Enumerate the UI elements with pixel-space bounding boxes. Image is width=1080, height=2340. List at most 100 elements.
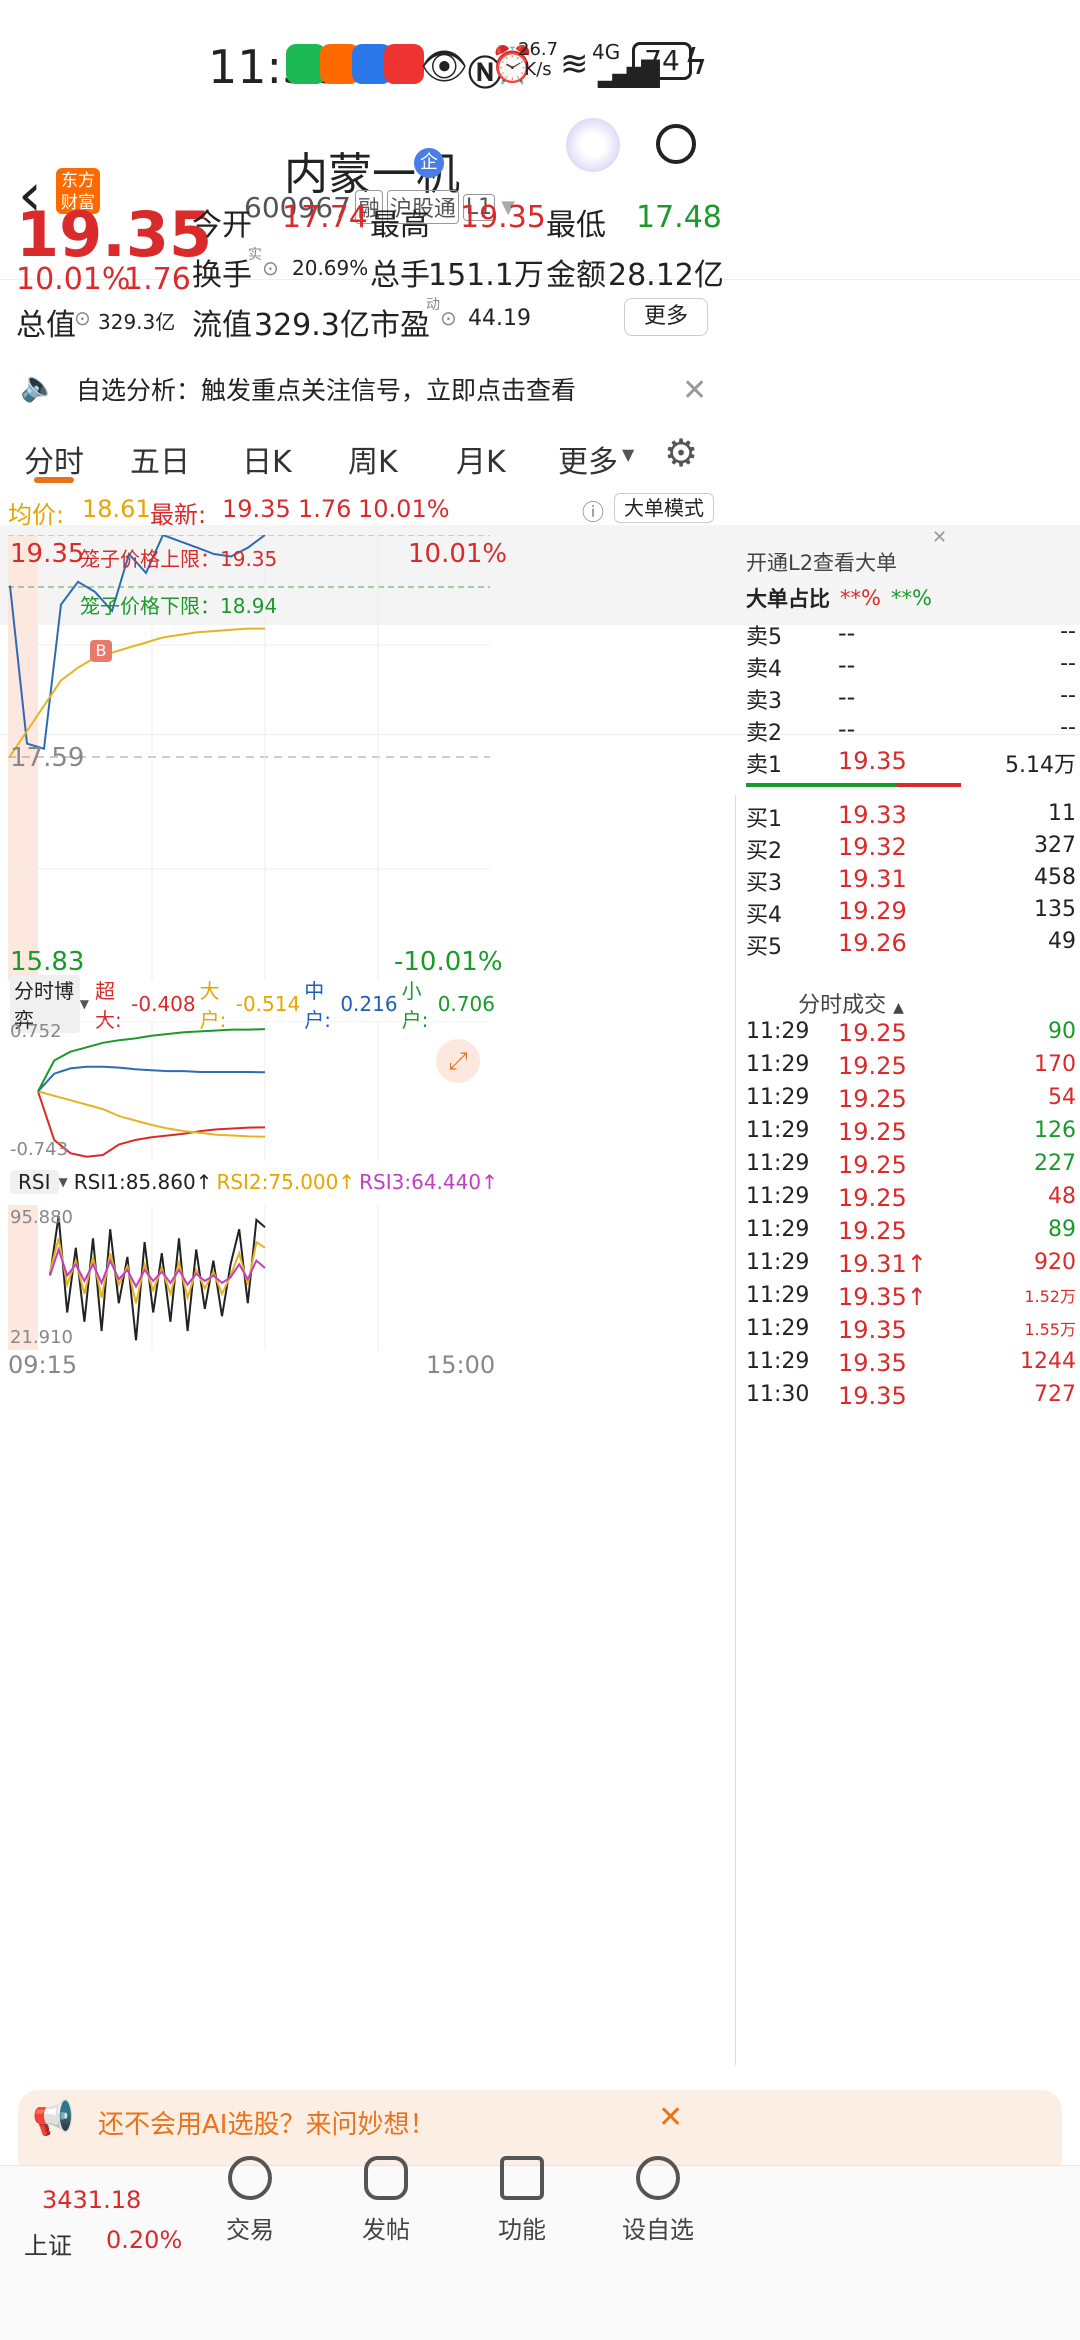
open-value: 17.74 — [282, 200, 368, 235]
pe-label: 市盈 — [370, 308, 430, 343]
trade-volume: 727 — [1034, 1382, 1076, 1407]
more-dots-icon — [636, 2156, 680, 2200]
rsi2-value: RSI2:75.000↑ — [216, 1170, 356, 1194]
tab-more[interactable]: 更多 — [558, 437, 618, 481]
trade-volume: 227 — [1034, 1151, 1076, 1176]
y-axis-mid: 17.59 — [10, 743, 85, 773]
nav-post[interactable]: 发帖 — [316, 2156, 456, 2245]
close-icon[interactable]: ✕ — [682, 373, 707, 408]
ratio-label: 大单占比 — [746, 587, 830, 611]
chart-area: 19.35 笼子价格上限：19.35 笼子价格下限：18.94 10.01% 1… — [0, 535, 735, 2065]
search-icon[interactable] — [656, 124, 696, 164]
trade-volume: 1.55万 — [1024, 1320, 1076, 1339]
chevron-down-icon: ▼ — [79, 997, 90, 1011]
pct-value: 10.01% — [358, 495, 450, 523]
tab-five-day[interactable]: 五日 — [130, 437, 190, 481]
expand-icon[interactable]: ⤢ — [436, 1039, 480, 1083]
tab-weekly-k[interactable]: 周K — [348, 437, 398, 481]
turnover-value: 20.69% — [292, 256, 369, 280]
bid-volume: 458 — [1034, 865, 1076, 890]
float-value: 329.3亿 — [254, 308, 370, 343]
close-icon[interactable]: ✕ — [932, 527, 947, 548]
flow-value-4: 0.706 — [437, 992, 495, 1016]
bid-label: 买4 — [746, 903, 782, 928]
upper-limit-label: 笼子价格上限：19.35 — [80, 547, 278, 571]
grid-icon — [500, 2156, 544, 2200]
banner-text[interactable]: 还不会用AI选股？来问妙想！ — [98, 2104, 435, 2141]
close-icon[interactable]: ✕ — [658, 2100, 683, 2135]
trade-time: 11:29 — [746, 1283, 810, 1308]
ask-price: 19.35 — [838, 747, 907, 775]
bid-label: 买1 — [746, 807, 782, 832]
total-value: 329.3亿 — [98, 310, 176, 334]
pe-sup: 动 — [426, 297, 440, 313]
l2-banner[interactable]: 开通L2查看大单 ✕ — [736, 527, 966, 587]
trade-time: 11:29 — [746, 1052, 810, 1077]
help-icon[interactable]: ⓘ — [582, 495, 604, 527]
trades-header[interactable]: 分时成交 ▲ — [736, 987, 966, 1019]
last-label: 最新: — [150, 501, 207, 529]
y-axis-top: 19.35 — [10, 539, 85, 569]
ratio-red: **% — [840, 586, 881, 610]
trade-price: 19.35↑ — [838, 1283, 927, 1311]
more-button[interactable]: 更多 — [624, 298, 708, 336]
bid-price: 19.33 — [838, 801, 907, 829]
trade-price: 19.35 — [838, 1349, 907, 1377]
trade-time: 11:29 — [746, 1118, 810, 1143]
trade-price: 19.25 — [838, 1217, 907, 1245]
trade-price: 19.35 — [838, 1382, 907, 1410]
avg-value: 18.61 — [82, 495, 151, 523]
chevron-down-icon: ▼ — [622, 445, 635, 464]
ask-row[interactable]: 卖1 19.35 5.14万 — [746, 747, 1076, 795]
buy-marker[interactable]: B — [90, 640, 112, 662]
trade-price: 19.25 — [838, 1151, 907, 1179]
bid-label: 买5 — [746, 935, 782, 960]
price-change: 1.76 — [124, 262, 191, 297]
chevron-down-icon: ▼ — [58, 1175, 68, 1189]
tab-daily-k[interactable]: 日K — [242, 437, 292, 481]
ask-volume: -- — [1060, 683, 1076, 708]
change-value: 1.76 — [298, 495, 352, 523]
rsi3-value: RSI3:64.440↑ — [359, 1170, 498, 1194]
ask-volume: -- — [1060, 619, 1076, 644]
nav-functions[interactable]: 功能 — [452, 2156, 592, 2245]
float-value-label: 流值 — [192, 308, 252, 343]
notice-text[interactable]: 自选分析：触发重点关注信号，立即点击查看 — [76, 371, 576, 407]
enterprise-badge: 企 — [414, 148, 444, 178]
tab-intraday[interactable]: 分时 — [24, 437, 84, 481]
flow-y-bottom: -0.743 — [10, 1139, 69, 1160]
info-icon[interactable]: ⊙ — [262, 256, 279, 280]
info-icon-2[interactable]: ⊙ — [74, 306, 91, 330]
trade-time: 11:29 — [746, 1217, 810, 1242]
gear-icon[interactable]: ⚙ — [664, 431, 698, 475]
battery-level: 74 — [632, 42, 692, 80]
flow-y-top: 0.752 — [10, 1021, 62, 1042]
rsi-y-top: 95.880 — [10, 1207, 73, 1228]
rsi-chart[interactable] — [0, 1205, 495, 1350]
big-order-mode-button[interactable]: 大单模式 — [614, 493, 714, 523]
trade-price: 19.25 — [838, 1019, 907, 1047]
rsi-selector[interactable]: RSI — [10, 1170, 59, 1194]
logo-text-1: 东方 — [61, 171, 95, 191]
nav-trade-label: 交易 — [226, 2216, 274, 2244]
flow-chart[interactable] — [0, 1021, 495, 1161]
l2-link[interactable]: 开通L2查看大单 — [746, 547, 897, 577]
ai-assistant-avatar[interactable] — [566, 118, 620, 172]
bid-price: 19.26 — [838, 929, 907, 957]
index-pct: 0.20% — [106, 2226, 183, 2254]
open-label: 今开 — [192, 208, 252, 243]
bid-row[interactable]: 买5 19.26 49 — [746, 929, 1076, 977]
flow-value-2: -0.514 — [235, 992, 301, 1016]
turnover-sup: 实 — [248, 247, 262, 263]
ask-label: 卖4 — [746, 657, 782, 682]
trade-volume: 89 — [1048, 1217, 1076, 1242]
tab-monthly-k[interactable]: 月K — [456, 437, 506, 481]
nav-add-watchlist[interactable]: 设自选 — [588, 2156, 728, 2245]
app-notification-icon-3 — [384, 44, 424, 84]
trade-volume: 170 — [1034, 1052, 1076, 1077]
rsi-header: RSI ▼ RSI1:85.860↑ RSI2:75.000↑ RSI3:64.… — [10, 1165, 498, 1199]
nav-trade[interactable]: 交易 — [180, 2156, 320, 2245]
info-icon-3[interactable]: ⊙ — [440, 306, 457, 330]
trade-volume: 54 — [1048, 1085, 1076, 1110]
pct-axis-top: 10.01% — [408, 539, 508, 569]
